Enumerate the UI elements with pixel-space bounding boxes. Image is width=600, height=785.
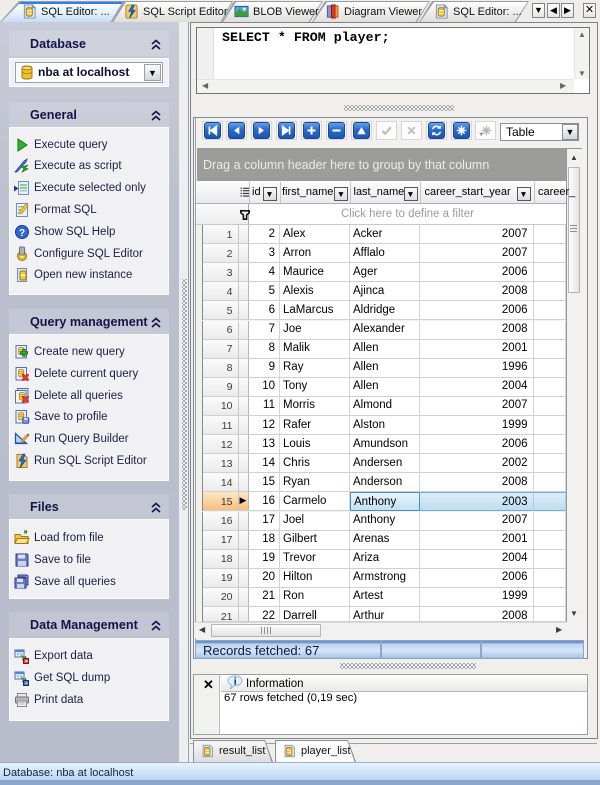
svg-text:i: i: [234, 677, 237, 688]
svg-text:?: ?: [19, 228, 25, 239]
